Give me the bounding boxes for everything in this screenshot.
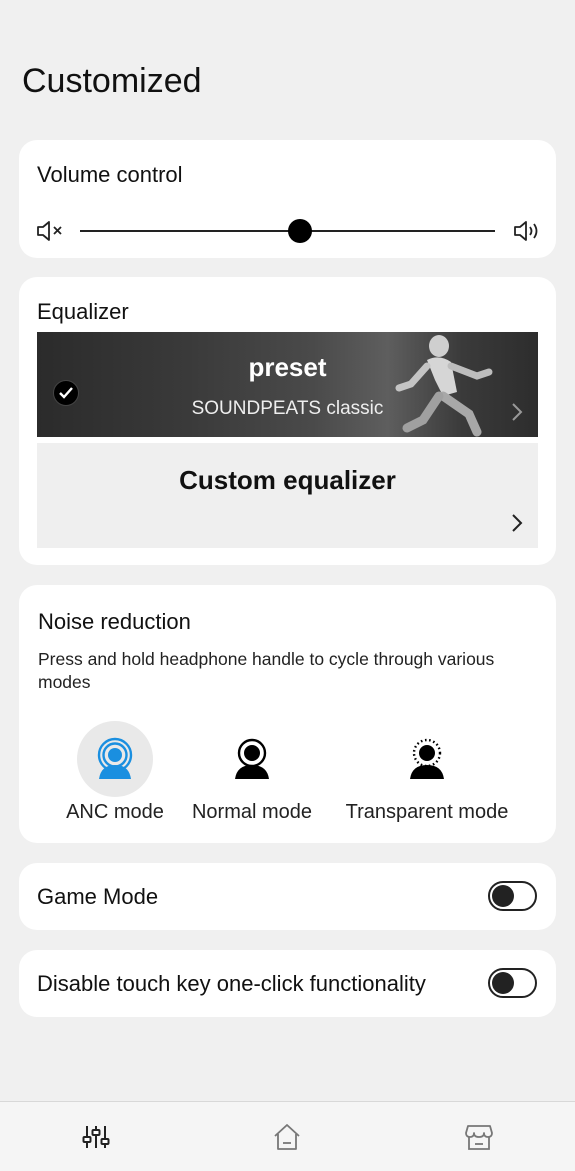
- volume-slider[interactable]: [80, 219, 495, 243]
- home-icon[interactable]: [272, 1122, 302, 1152]
- transparent-mode-icon: [410, 738, 444, 779]
- chevron-right-icon: [512, 403, 523, 421]
- bottom-navigation: [0, 1101, 575, 1171]
- transparent-mode-label: Transparent mode: [345, 801, 509, 823]
- runner-image: [395, 335, 493, 437]
- normal-mode-button[interactable]: Normal mode: [187, 721, 317, 824]
- game-mode-toggle[interactable]: [488, 881, 537, 911]
- custom-equalizer-option[interactable]: Custom equalizer: [37, 443, 538, 548]
- transparent-mode-button[interactable]: Transparent mode: [340, 721, 514, 824]
- volume-up-icon[interactable]: [513, 220, 541, 242]
- game-mode-row: Game Mode: [19, 863, 556, 930]
- customized-screen: Customized Volume control Equalizer pres…: [0, 0, 575, 1171]
- equalizer-title: Equalizer: [37, 299, 129, 324]
- page-title: Customized: [22, 62, 202, 100]
- disable-touch-key-label: Disable touch key one-click functionalit…: [37, 971, 426, 996]
- noise-reduction-title: Noise reduction: [38, 609, 191, 634]
- preset-eq-option[interactable]: preset SOUNDPEATS classic: [37, 332, 538, 437]
- normal-mode-icon: [235, 738, 269, 779]
- noise-reduction-description: Press and hold headphone handle to cycle…: [38, 649, 495, 692]
- custom-equalizer-title: Custom equalizer: [179, 465, 396, 495]
- volume-control-card: Volume control: [19, 140, 556, 258]
- equalizer-card: Equalizer preset SOUNDPEATS classic Cust…: [19, 277, 556, 565]
- game-mode-label: Game Mode: [37, 884, 159, 909]
- volume-mute-icon[interactable]: [36, 220, 64, 242]
- toggle-knob: [492, 885, 514, 907]
- volume-control-title: Volume control: [37, 162, 183, 187]
- anc-icon: [97, 737, 133, 779]
- disable-touch-key-row: Disable touch key one-click functionalit…: [19, 950, 556, 1017]
- noise-reduction-card: Noise reduction Press and hold headphone…: [19, 585, 556, 843]
- volume-slider-thumb[interactable]: [287, 219, 312, 243]
- anc-mode-button[interactable]: ANC mode: [60, 721, 170, 824]
- disable-touch-key-toggle[interactable]: [488, 968, 537, 998]
- preset-title: preset: [248, 352, 327, 382]
- chevron-right-icon: [512, 514, 523, 532]
- toggle-knob: [492, 972, 514, 994]
- store-icon[interactable]: [464, 1122, 494, 1152]
- preset-name: SOUNDPEATS classic: [191, 398, 384, 419]
- equalizer-sliders-icon[interactable]: [81, 1122, 111, 1152]
- normal-mode-label: Normal mode: [191, 801, 313, 823]
- anc-mode-label: ANC mode: [66, 801, 164, 823]
